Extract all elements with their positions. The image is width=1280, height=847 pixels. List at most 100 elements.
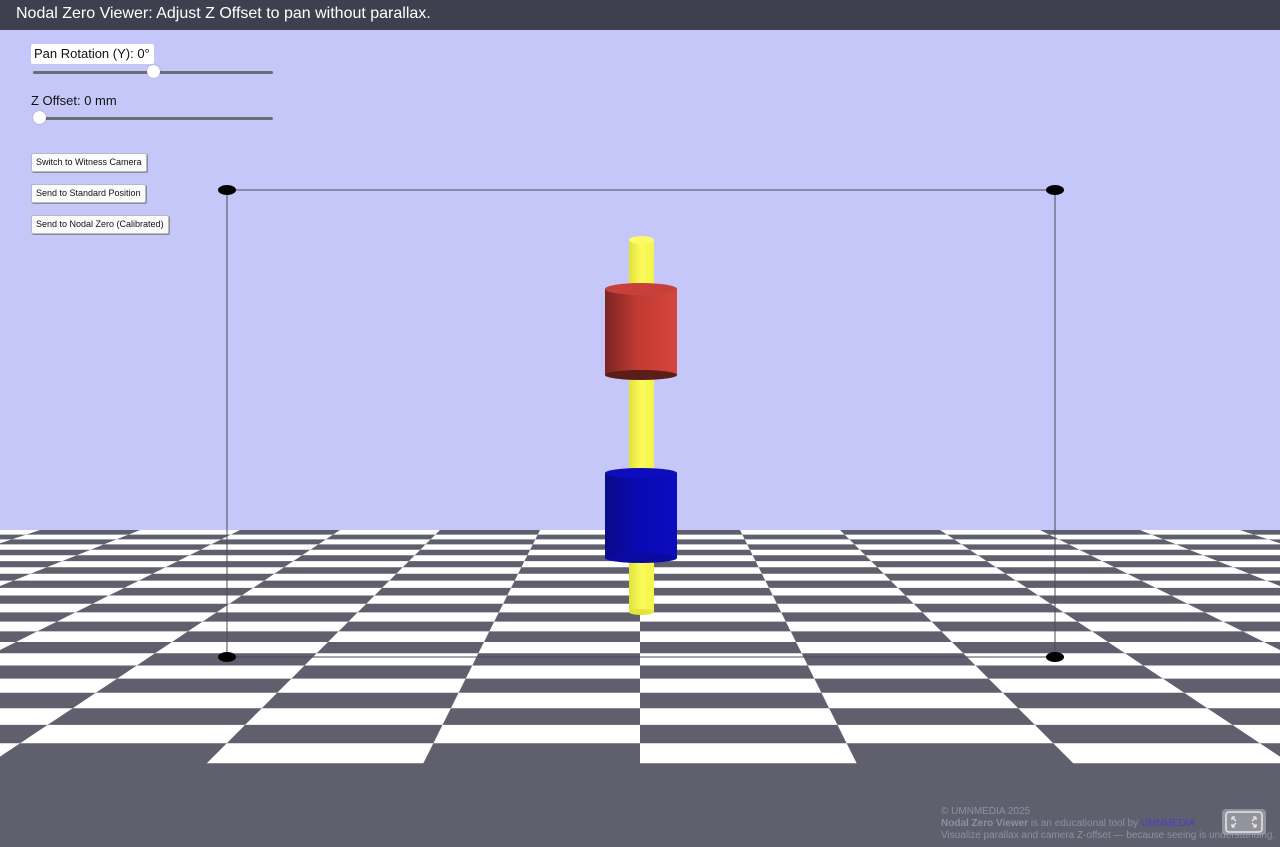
yellow-pole-top bbox=[629, 236, 654, 244]
floor-tile bbox=[241, 587, 383, 596]
blue-cylinder-top bbox=[605, 468, 677, 478]
floor-tile bbox=[507, 587, 640, 596]
red-cylinder-body bbox=[605, 289, 677, 375]
floor-tile bbox=[768, 587, 906, 596]
floor-tile bbox=[200, 544, 319, 550]
floor-tile bbox=[0, 544, 104, 550]
floor-tile bbox=[988, 678, 1185, 693]
floor-tile bbox=[877, 567, 1006, 574]
floor-tile bbox=[1018, 708, 1233, 725]
blue-cylinder-bottom bbox=[605, 553, 677, 563]
app-title-bar: Nodal Zero Viewer: Adjust Z Offset to pa… bbox=[0, 0, 1280, 30]
red-cylinder-top bbox=[605, 283, 677, 295]
floor-tile bbox=[245, 708, 451, 725]
floor-tile bbox=[744, 539, 855, 545]
fullscreen-button[interactable] bbox=[1222, 809, 1266, 835]
floor-tile bbox=[1053, 743, 1280, 764]
floor-tile bbox=[277, 678, 466, 693]
floor-tile bbox=[986, 561, 1115, 568]
floor-tile bbox=[640, 678, 822, 693]
floor-tile bbox=[640, 743, 857, 764]
floor-tile bbox=[16, 631, 188, 642]
floor-tile bbox=[640, 580, 769, 588]
pan-rotation-thumb[interactable] bbox=[146, 65, 160, 78]
scene-objects bbox=[605, 236, 677, 615]
floor-tile bbox=[302, 549, 421, 556]
floor-tile bbox=[304, 653, 479, 666]
floor-tile bbox=[890, 580, 1027, 588]
floor-tile bbox=[155, 642, 328, 654]
floor-tile bbox=[844, 534, 955, 540]
floor-tile bbox=[333, 530, 440, 535]
floor-tile bbox=[865, 555, 987, 562]
floor-tile bbox=[72, 692, 278, 709]
floor-tile bbox=[1077, 621, 1243, 632]
floor-tile bbox=[13, 573, 153, 581]
floor-tile bbox=[92, 595, 242, 604]
z-offset-label: Z Offset: 0 mm bbox=[31, 93, 117, 108]
control-panel: Pan Rotation (Y): 0° Z Offset: 0 mm bbox=[31, 44, 291, 138]
floor-tile bbox=[740, 530, 845, 535]
floor-tile bbox=[0, 587, 125, 596]
floor-tile bbox=[56, 612, 217, 622]
send-nodal-zero-button[interactable]: Send to Nodal Zero (Calibrated) bbox=[31, 215, 169, 234]
floor-tile bbox=[1140, 530, 1254, 535]
floor-tile bbox=[761, 573, 891, 581]
floor-tile bbox=[264, 573, 397, 581]
floor-tile bbox=[776, 603, 923, 613]
pan-rotation-control: Pan Rotation (Y): 0° bbox=[31, 44, 291, 80]
umnmedia-link[interactable]: UMNMEDIA bbox=[1141, 818, 1195, 829]
send-standard-position-button[interactable]: Send to Standard Position bbox=[31, 184, 146, 203]
fullscreen-icon bbox=[1225, 811, 1263, 833]
3d-viewport[interactable] bbox=[0, 30, 1280, 847]
floor-tile bbox=[1049, 534, 1164, 540]
frame-corner-marker bbox=[1046, 185, 1064, 195]
floor-tile bbox=[905, 595, 1051, 604]
floor-tile bbox=[796, 642, 964, 654]
floor-tile bbox=[1143, 665, 1280, 679]
yellow-pole-bottom bbox=[629, 609, 654, 615]
floor-tile bbox=[1026, 587, 1172, 596]
floor-tile bbox=[1005, 573, 1142, 581]
floor-tile bbox=[46, 561, 178, 568]
floor-tile bbox=[1108, 642, 1280, 654]
z-offset-thumb[interactable] bbox=[33, 111, 46, 124]
floor-tile bbox=[749, 549, 866, 556]
frame-corner-marker bbox=[218, 185, 236, 195]
floor-tile bbox=[20, 724, 246, 744]
floor-tile bbox=[450, 692, 640, 709]
floor-tile bbox=[514, 573, 640, 581]
switch-witness-camera-button[interactable]: Switch to Witness Camera bbox=[31, 153, 147, 172]
floor-tile bbox=[430, 534, 538, 540]
frame-corner-marker bbox=[1046, 652, 1064, 662]
frame-corner-marker bbox=[218, 652, 236, 662]
floor-tile bbox=[124, 580, 265, 588]
page-title: Nodal Zero Viewer: Adjust Z Offset to pa… bbox=[16, 5, 431, 22]
floor-tile bbox=[1189, 549, 1280, 556]
floor-tile bbox=[117, 665, 305, 679]
floor-tile bbox=[854, 544, 970, 550]
floor-tile bbox=[640, 612, 786, 622]
floor-tile bbox=[152, 567, 285, 574]
floor-tile bbox=[76, 549, 201, 556]
floor-tile bbox=[940, 530, 1050, 535]
pan-rotation-slider[interactable] bbox=[33, 64, 273, 80]
floor-tile bbox=[396, 567, 522, 574]
floor-tile bbox=[489, 621, 640, 632]
floor-tile bbox=[366, 595, 508, 604]
footer-tagline-mid: is an educational tool by bbox=[1028, 818, 1141, 829]
z-offset-slider[interactable] bbox=[33, 110, 273, 126]
floor-tile bbox=[1068, 544, 1190, 550]
floor-tile bbox=[433, 724, 640, 744]
floor-tile bbox=[103, 539, 222, 545]
floor-tile bbox=[348, 612, 499, 622]
floor-tile bbox=[640, 653, 808, 666]
floor-tile bbox=[465, 665, 640, 679]
footer-app-name: Nodal Zero Viewer bbox=[941, 818, 1029, 829]
floor-tile bbox=[128, 530, 240, 535]
floor-tile bbox=[1090, 555, 1218, 562]
z-offset-rail bbox=[33, 117, 273, 120]
floor-tile bbox=[206, 743, 434, 764]
floor-tile bbox=[11, 534, 129, 540]
floor-tile bbox=[284, 561, 409, 568]
